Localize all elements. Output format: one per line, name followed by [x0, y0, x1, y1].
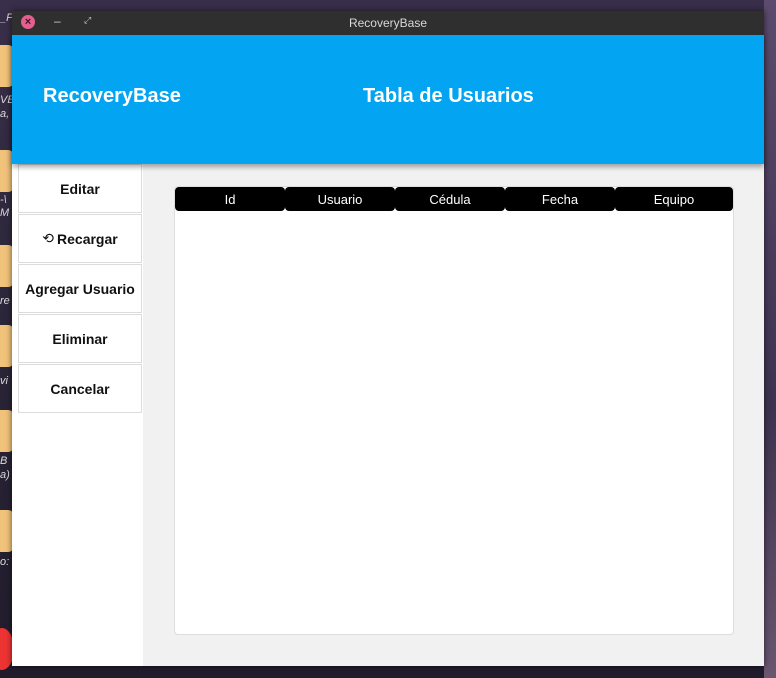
desktop-label: re [0, 295, 10, 307]
page-title: Tabla de Usuarios [363, 85, 534, 107]
cancel-button[interactable]: Cancelar [18, 364, 142, 413]
reload-button[interactable]: ⟲ Recargar [18, 214, 142, 263]
window-title: RecoveryBase [348, 16, 428, 30]
users-table[interactable]: Id Usuario Cédula Fecha Equipo [174, 186, 734, 635]
cancel-button-label: Cancelar [50, 380, 110, 397]
table-header: Id Usuario Cédula Fecha Equipo [175, 187, 733, 211]
app-brand: RecoveryBase [43, 85, 181, 107]
desktop-label: o: [0, 556, 10, 568]
desktop-label: vi [0, 375, 8, 387]
desktop-label: M [0, 207, 10, 219]
column-header-cedula[interactable]: Cédula [395, 187, 505, 211]
desktop-label: -\ [0, 194, 7, 206]
column-header-equipo[interactable]: Equipo [615, 187, 733, 211]
app-bar: RecoveryBase Tabla de Usuarios [12, 35, 764, 164]
column-header-usuario[interactable]: Usuario [285, 187, 395, 211]
edit-button[interactable]: Editar [18, 164, 142, 213]
desktop-label: a) [0, 469, 10, 481]
add-user-button[interactable]: Agregar Usuario [18, 264, 142, 313]
reload-button-label: Recargar [57, 230, 118, 247]
sidebar: Editar ⟲ Recargar Agregar Usuario Elimin… [12, 164, 143, 666]
refresh-icon: ⟲ [42, 230, 55, 246]
app-window: × – ⤢ RecoveryBase RecoveryBase Tabla de… [12, 11, 764, 666]
edit-button-label: Editar [60, 180, 100, 197]
add-user-button-label: Agregar Usuario [25, 280, 135, 297]
window-titlebar[interactable]: × – ⤢ RecoveryBase [12, 11, 764, 35]
desktop-wallpaper-strip [764, 0, 776, 678]
delete-button-label: Eliminar [52, 330, 108, 347]
desktop-label: B [0, 455, 8, 467]
main-content: Id Usuario Cédula Fecha Equipo [143, 164, 764, 666]
desktop-label: _F [0, 12, 13, 24]
column-header-id[interactable]: Id [175, 187, 285, 211]
delete-button[interactable]: Eliminar [18, 314, 142, 363]
column-header-fecha[interactable]: Fecha [505, 187, 615, 211]
desktop-label: a, [0, 108, 10, 120]
